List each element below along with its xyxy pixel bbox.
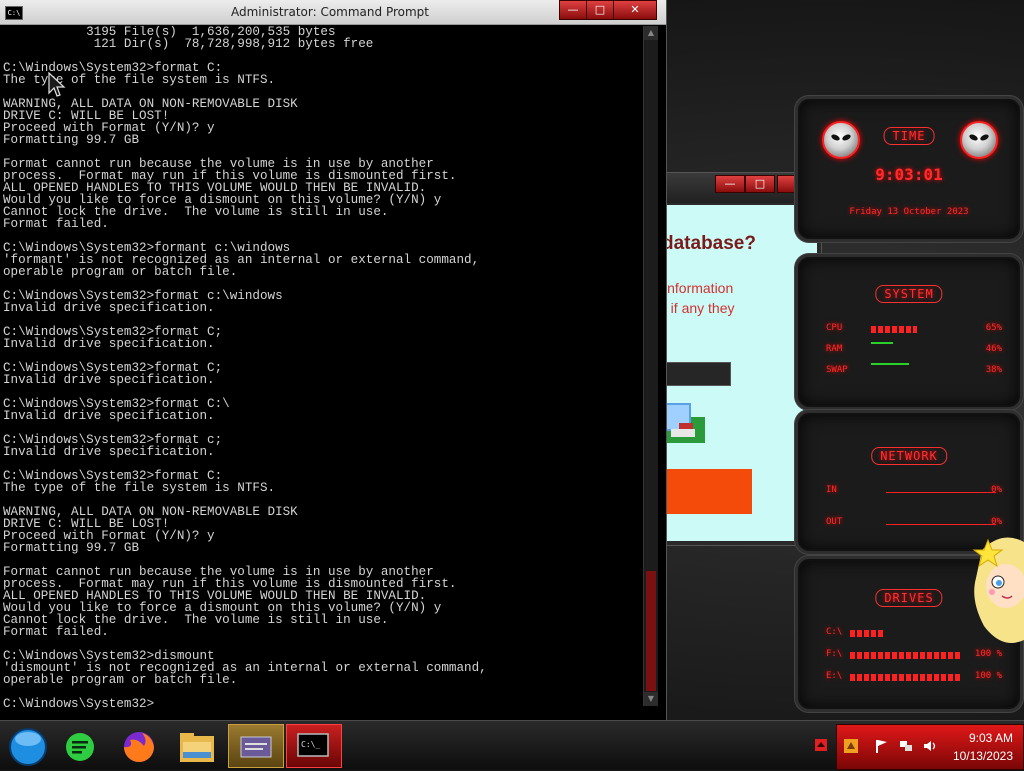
command-prompt-window[interactable]: C:\ Administrator: Command Prompt — □ ✕ … [0, 0, 667, 721]
drive-f-usage-bar [850, 652, 960, 659]
cmd-close-button[interactable]: ✕ [613, 0, 657, 20]
digital-clock: 9:03:01 [875, 165, 943, 184]
taskbar-command-prompt-button[interactable]: C:\_ [286, 724, 342, 768]
alien-head-icon [822, 121, 860, 159]
drive-e-usage-fill [850, 674, 960, 681]
taskbar-firefox-button[interactable] [112, 724, 166, 766]
scroll-up-arrow-icon[interactable]: ▲ [644, 26, 658, 40]
show-hidden-icons-icon[interactable] [814, 738, 828, 752]
scroll-down-arrow-icon[interactable]: ▼ [644, 692, 658, 706]
cpu-value: 65% [985, 323, 1002, 333]
window-app-icon [240, 736, 272, 758]
taskbar-notes-app-button[interactable] [54, 724, 108, 766]
cartoon-character-image [972, 537, 1024, 643]
alien-head-icon [960, 121, 998, 159]
swap-value: 38% [985, 365, 1002, 375]
network-icon[interactable] [899, 739, 913, 753]
time-widget-label: TIME [883, 127, 935, 145]
swap-stat-row: SWAP 38% [826, 363, 1002, 379]
background-maximize-button[interactable]: □ [745, 175, 775, 193]
cpu-usage-bar [871, 326, 941, 333]
drive-f-label: F:\ [826, 649, 843, 659]
start-orb-icon [9, 728, 47, 766]
background-heading: database? [662, 233, 756, 254]
network-widget-label: NETWORK [871, 447, 947, 465]
background-text-line-1: information [664, 280, 734, 296]
drives-widget-label: DRIVES [875, 589, 943, 607]
background-orange-button[interactable] [659, 469, 752, 514]
swap-graph-line [871, 363, 909, 365]
swap-label: SWAP [826, 365, 848, 375]
network-out-value: 0% [991, 517, 1002, 527]
cmd-titlebar[interactable]: C:\ Administrator: Command Prompt — □ ✕ [0, 0, 666, 25]
taskbar: C:\_ 9:03 AM 10/13/2023 [0, 720, 1024, 770]
system-widget-label: SYSTEM [875, 285, 943, 303]
network-out-row: OUT 0% [826, 517, 1002, 531]
ram-graph-line [871, 342, 893, 344]
ram-stat-row: RAM 46% [826, 342, 1002, 358]
system-widget: SYSTEM CPU 65% RAM 46% SWAP 38% [795, 254, 1023, 410]
background-window-content: database? information e if any they [659, 205, 817, 541]
network-out-label: OUT [826, 517, 843, 527]
ram-label: RAM [826, 344, 843, 354]
notes-app-icon [66, 733, 94, 761]
time-widget: TIME 9:03:01 Friday 13 October 2023 [795, 96, 1023, 242]
drive-e-value: 100 % [974, 671, 1002, 681]
drive-e-usage-bar [850, 674, 960, 681]
mouse-pointer-icon [48, 72, 66, 97]
network-in-row: IN 0% [826, 485, 1002, 499]
clock-date: Friday 13 October 2023 [849, 207, 969, 217]
system-tray: 9:03 AM 10/13/2023 [836, 724, 1024, 770]
drive-f-usage-fill [850, 652, 960, 659]
tray-app-icon[interactable] [844, 739, 858, 753]
background-text-line-2: e if any they [659, 300, 735, 316]
tray-clock-time[interactable]: 9:03 AM [969, 731, 1013, 745]
cmd-minimize-button[interactable]: — [559, 0, 587, 20]
background-window-titlebar[interactable]: — □ ✕ [641, 173, 821, 203]
tray-clock-date[interactable]: 10/13/2023 [953, 749, 1013, 763]
drive-c-label: C:\ [826, 627, 843, 637]
folder-icon [180, 733, 214, 762]
background-minimize-button[interactable]: — [715, 175, 745, 193]
background-input-field[interactable] [659, 362, 731, 386]
volume-icon[interactable] [923, 739, 937, 753]
firefox-icon [124, 732, 154, 762]
command-prompt-icon: C:\_ [297, 733, 329, 757]
cpu-usage-fill [871, 326, 917, 333]
network-in-value: 0% [991, 485, 1002, 495]
svg-text:C:\_: C:\_ [301, 740, 320, 749]
drive-e-label: E:\ [826, 671, 843, 681]
drive-c-usage-fill [850, 630, 885, 637]
start-button[interactable] [2, 724, 56, 766]
scroll-thumb[interactable] [646, 571, 656, 691]
cmd-console-output[interactable]: 3195 File(s) 1,636,200,535 bytes 121 Dir… [3, 26, 639, 716]
action-center-flag-icon[interactable] [874, 739, 888, 753]
cmd-vertical-scrollbar[interactable]: ▲ ▼ [643, 26, 658, 706]
drive-c-usage-bar [850, 630, 920, 637]
taskbar-file-explorer-button[interactable] [170, 724, 224, 766]
taskbar-active-app-button[interactable] [228, 724, 284, 768]
network-out-graph [886, 524, 996, 525]
network-in-label: IN [826, 485, 837, 495]
network-in-graph [886, 492, 996, 493]
cpu-stat-row: CPU 65% [826, 323, 1002, 337]
drive-e-row: E:\ 100 % [826, 671, 1002, 685]
ram-value: 46% [985, 344, 1002, 354]
cpu-label: CPU [826, 323, 843, 333]
cmd-maximize-button[interactable]: □ [586, 0, 614, 20]
